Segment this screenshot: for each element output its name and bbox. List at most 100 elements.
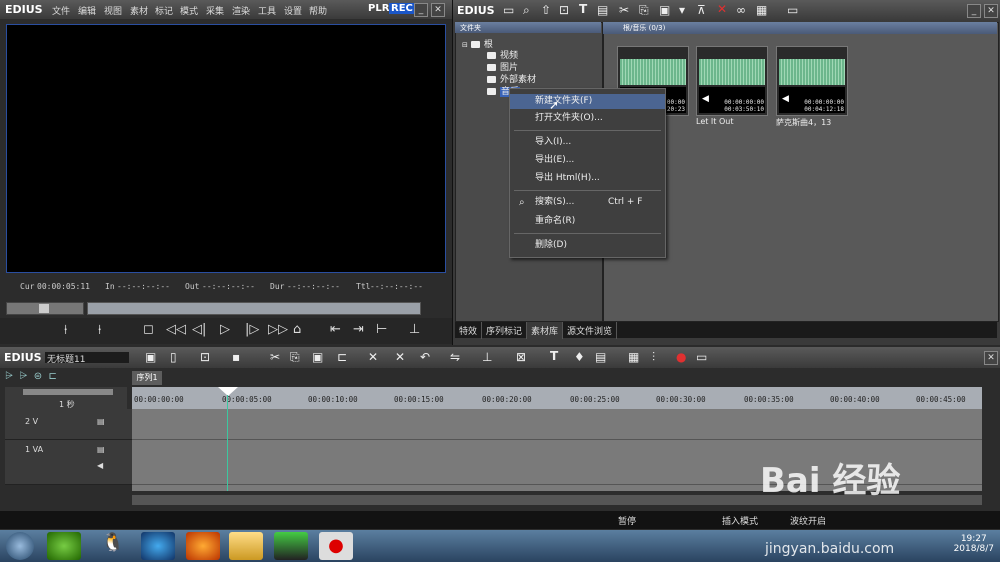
new-icon[interactable]: ▯ [170, 350, 177, 364]
menu-render[interactable]: 渲染 [232, 4, 250, 17]
qq-icon[interactable]: 🐧 [96, 532, 130, 560]
menu-export[interactable]: 导出(E)... [510, 153, 665, 168]
send-icon[interactable]: ▾ [679, 3, 685, 17]
open-icon[interactable]: ⊡ [200, 350, 210, 364]
timescale-slider[interactable] [23, 389, 113, 395]
set-out-icon[interactable]: ⍿ [98, 323, 101, 338]
record-icon[interactable]: ● [676, 350, 686, 364]
tab-bin[interactable]: 素材库 [527, 322, 564, 339]
delete-icon[interactable]: ✕ [717, 2, 727, 16]
link-icon[interactable]: ⊏ [337, 350, 347, 364]
track-tool-icon[interactable]: ⩥ [5, 371, 13, 382]
loop-icon[interactable]: ⌂ [293, 322, 301, 337]
timeline-close-button[interactable]: ✕ [984, 351, 998, 365]
track-lock-icon[interactable]: ▤ [97, 417, 105, 426]
tab-sequence-markers[interactable]: 序列标记 [482, 322, 528, 339]
mixer-icon[interactable]: ⫶ [652, 350, 655, 365]
sequence-tab[interactable]: 序列1 [132, 371, 162, 385]
menu-delete[interactable]: 删除(D) [510, 238, 665, 253]
grid-icon[interactable]: ▦ [628, 350, 639, 364]
insert-icon[interactable]: ⇤ [330, 322, 341, 337]
explorer-icon[interactable] [229, 532, 263, 560]
layout-icon[interactable]: ▭ [696, 350, 707, 364]
track-header-1va[interactable]: 1 VA ▤ ◀ [5, 440, 132, 485]
menu-new-folder[interactable]: 新建文件夹(F) [510, 94, 665, 109]
menu-rename[interactable]: 重命名(R) [510, 214, 665, 229]
bin-settings-icon[interactable]: ▭ [787, 3, 798, 17]
mode-icon[interactable]: ⊠ [516, 350, 526, 364]
speaker-icon[interactable]: ◀ [97, 461, 103, 470]
search-icon[interactable]: ⌕ [523, 3, 530, 18]
marker-icon[interactable]: ⊥ [482, 350, 492, 364]
menu-settings[interactable]: 设置 [284, 4, 302, 17]
project-name[interactable]: 无标题11 [45, 352, 129, 365]
shuttle-handle[interactable] [39, 304, 49, 313]
microphone-icon[interactable]: ♦ [574, 350, 585, 364]
clip-thumb-2[interactable]: ◀ 00:00:00:00 00:03:50:10 [696, 46, 768, 116]
fast-forward-icon[interactable]: ▷▷ [268, 322, 288, 337]
add-clip-icon[interactable]: ⊡ [559, 3, 569, 17]
trim-icon[interactable]: ⊢ [376, 322, 387, 337]
view-icon[interactable]: ▦ [756, 3, 767, 17]
tab-source-browser[interactable]: 源文件浏览 [563, 322, 618, 339]
properties-icon[interactable]: ∞ [736, 3, 746, 17]
copy-icon[interactable]: ⎘ [290, 350, 300, 365]
ripple-delete-icon[interactable]: ✕ [395, 350, 405, 364]
track-lock-icon[interactable]: ▤ [97, 445, 105, 454]
rec-label[interactable]: REC [389, 3, 415, 14]
paste-icon[interactable]: ▣ [659, 3, 670, 17]
menu-help[interactable]: 帮助 [309, 4, 327, 17]
track-header-2v[interactable]: 2 V ▤ [5, 409, 132, 440]
save-icon[interactable]: ▪ [232, 350, 240, 364]
split-icon[interactable]: ⊥ [409, 322, 420, 337]
media-player-icon[interactable] [141, 532, 175, 560]
menu-mode[interactable]: 模式 [180, 4, 198, 17]
menu-view[interactable]: 视图 [104, 4, 122, 17]
redo-icon[interactable]: ⇋ [450, 350, 460, 364]
copy-icon[interactable]: ⎘ [639, 3, 649, 18]
menu-search[interactable]: ⌕ 搜索(S)... Ctrl + F [510, 195, 665, 210]
menu-marker[interactable]: 标记 [155, 4, 173, 17]
delete-icon[interactable]: ✕ [368, 350, 378, 364]
project-icon[interactable]: ▣ [145, 350, 156, 364]
menu-import[interactable]: 导入(I)... [510, 135, 665, 150]
bin-close-button[interactable]: ✕ [984, 4, 998, 18]
cut-icon[interactable]: ✂ [270, 350, 280, 364]
folder-icon[interactable]: ▭ [503, 3, 514, 17]
step-forward-icon[interactable]: |▷ [245, 322, 259, 337]
menu-clip[interactable]: 素材 [130, 4, 148, 17]
plr-label[interactable]: PLR [368, 3, 389, 14]
step-back-icon[interactable]: ◁| [192, 322, 206, 337]
firefox-icon[interactable] [186, 532, 220, 560]
overwrite-icon[interactable]: ⇥ [353, 322, 364, 337]
position-bar[interactable] [87, 302, 421, 315]
play-icon[interactable]: ▷ [220, 322, 230, 337]
tab-effects[interactable]: 特效 [455, 322, 483, 339]
close-button[interactable]: ✕ [431, 3, 445, 17]
undo-icon[interactable]: ↶ [420, 350, 430, 364]
sync-icon[interactable]: ⊜ [34, 371, 42, 382]
minimize-button[interactable]: _ [414, 3, 428, 17]
rewind-icon[interactable]: ◁◁ [166, 322, 186, 337]
cut-icon[interactable]: ✂ [619, 3, 629, 17]
menu-open-folder[interactable]: 打开文件夹(O)... [510, 111, 665, 126]
edius-taskbar-icon[interactable] [274, 532, 308, 560]
paste-icon[interactable]: ▣ [312, 350, 323, 364]
taskbar-app-icon[interactable] [47, 532, 81, 560]
render-icon[interactable]: ▤ [595, 350, 606, 364]
time-ruler[interactable]: 00:00:00:00 00:00:05:00 00:00:10:00 00:0… [132, 387, 982, 409]
clip-thumb-3[interactable]: ◀ 00:00:00:00 00:04:12:18 [776, 46, 848, 116]
system-clock[interactable]: 19:27 2018/8/7 [954, 534, 994, 554]
menu-export-html[interactable]: 导出 Html(H)... [510, 171, 665, 186]
link-icon[interactable]: ⊏ [48, 371, 56, 382]
menu-tools[interactable]: 工具 [258, 4, 276, 17]
bin-minimize-button[interactable]: _ [967, 4, 981, 18]
track-tool-icon[interactable]: ⩥ [19, 371, 27, 382]
start-button[interactable] [6, 532, 34, 560]
set-in-icon[interactable]: ⍿ [64, 323, 67, 338]
menu-capture[interactable]: 采集 [206, 4, 224, 17]
playhead-marker[interactable] [218, 387, 238, 396]
title-icon[interactable]: T [550, 349, 558, 363]
menu-file[interactable]: 文件 [52, 4, 70, 17]
menu-edit[interactable]: 编辑 [78, 4, 96, 17]
